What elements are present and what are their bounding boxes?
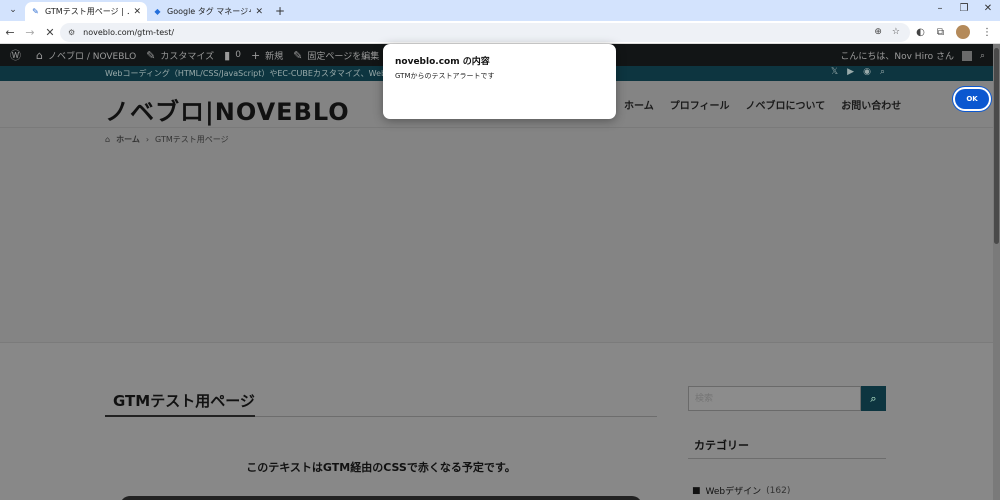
- youtube-icon[interactable]: ▶: [847, 67, 854, 77]
- alert-title: noveblo.com の内容: [395, 57, 490, 67]
- home-icon: ⌂: [105, 135, 111, 144]
- browser-toolbar: ← → ✕ ⚙ noveblo.com/gtm-test/ ⊕ ☆ ◐ ⧉ ⋮: [0, 21, 1000, 44]
- tab-title: GTMテスト用ページ | ノベブロ / NOV: [45, 7, 129, 16]
- tab-gtm-test[interactable]: ✎ GTMテスト用ページ | ノベブロ / NOV ✕: [25, 2, 147, 21]
- browser-tab-strip: ⌄ ✎ GTMテスト用ページ | ノベブロ / NOV ✕ ◆ Google タ…: [0, 0, 1000, 21]
- close-window-button[interactable]: ✕: [976, 3, 1000, 14]
- plus-icon: +: [250, 48, 261, 62]
- global-nav: ホーム プロフィール ノベブロについて お問い合わせ: [624, 97, 901, 112]
- admin-new[interactable]: + 新規: [251, 49, 283, 62]
- alert-dialog: noveblo.com の内容 GTMからのテストアラートです OK: [383, 44, 989, 119]
- nav-item-profile[interactable]: プロフィール: [670, 97, 730, 112]
- minimize-button[interactable]: –: [928, 3, 952, 14]
- address-bar[interactable]: ⚙ noveblo.com/gtm-test/ ⊕ ☆: [60, 23, 910, 42]
- site-info-icon[interactable]: ⚙: [68, 28, 75, 37]
- back-button[interactable]: ←: [0, 26, 20, 39]
- search-button[interactable]: ⌕: [861, 386, 886, 411]
- maximize-button[interactable]: ❐: [952, 3, 976, 14]
- x-icon[interactable]: 𝕏: [831, 67, 838, 77]
- admin-search-icon[interactable]: ⌕: [980, 51, 985, 61]
- url-text: noveblo.com/gtm-test/: [83, 28, 175, 37]
- category-item[interactable]: ■ Webデザイン (162): [692, 484, 791, 498]
- admin-edit-page[interactable]: ✎ 固定ページを編集: [293, 49, 379, 62]
- forward-button[interactable]: →: [20, 26, 40, 39]
- zoom-icon[interactable]: ⊕: [874, 27, 882, 37]
- category-name: Webデザイン: [705, 487, 762, 497]
- ok-button[interactable]: OK: [955, 89, 989, 109]
- post-title: GTMテスト用ページ: [105, 384, 255, 417]
- page-scrollbar[interactable]: [993, 44, 1000, 500]
- comment-icon: ▮: [224, 48, 231, 62]
- window-controls: – ❐ ✕: [928, 3, 1000, 14]
- folder-icon: ■: [692, 485, 701, 496]
- ad-area: [0, 128, 993, 343]
- categories-heading: カテゴリー: [688, 429, 886, 459]
- tab-title: Google タグ マネージャー: [167, 7, 251, 16]
- category-count: (162): [766, 485, 791, 496]
- chevron-right-icon: ›: [145, 135, 150, 144]
- content-box: [120, 496, 642, 500]
- breadcrumb: ⌂ ホーム › GTMテスト用ページ: [105, 134, 229, 145]
- wordpress-logo-icon[interactable]: Ⓦ: [10, 47, 26, 63]
- nav-item-home[interactable]: ホーム: [624, 97, 654, 112]
- site-tagline: Webコーディング（HTML/CSS/JavaScript）やEC-CUBEカス…: [105, 69, 394, 78]
- new-tab-button[interactable]: +: [275, 4, 285, 18]
- noveblo-icon: ✎: [32, 7, 39, 16]
- search-input[interactable]: [688, 386, 861, 411]
- rss-icon[interactable]: ◉: [863, 67, 871, 77]
- extensions-puzzle-icon[interactable]: ⧉: [937, 27, 944, 38]
- admin-site-name[interactable]: ⌂ ノベブロ / NOVEBLO: [36, 49, 136, 62]
- post-title-wrap: GTMテスト用ページ: [105, 384, 657, 417]
- alert-message: GTMからのテストアラートです: [395, 72, 495, 80]
- breadcrumb-current: GTMテスト用ページ: [155, 135, 229, 144]
- sidebar-search: ⌕: [688, 386, 886, 411]
- tab-search-button[interactable]: ⌄: [5, 2, 21, 18]
- site-logo[interactable]: ノベブロ|NOVEBLO: [105, 92, 350, 127]
- scrollbar-thumb[interactable]: [994, 48, 999, 244]
- breadcrumb-home[interactable]: ホーム: [116, 134, 140, 145]
- close-tab-icon[interactable]: ✕: [133, 7, 141, 17]
- nav-item-contact[interactable]: お問い合わせ: [841, 97, 901, 112]
- tab-google-tag-manager[interactable]: ◆ Google タグ マネージャー ✕: [147, 2, 269, 21]
- pencil-icon: ✎: [293, 48, 303, 62]
- post-text: このテキストはGTM経由のCSSで赤くなる予定です。: [246, 461, 516, 474]
- admin-customize[interactable]: ✎ カスタマイズ: [146, 49, 214, 62]
- admin-comments[interactable]: ▮ 0: [224, 49, 241, 62]
- stop-loading-button[interactable]: ✕: [40, 26, 60, 39]
- search-icon: ⌕: [870, 391, 877, 405]
- extension-icon[interactable]: ◐: [916, 27, 925, 38]
- close-tab-icon[interactable]: ✕: [255, 7, 263, 17]
- bookmark-star-icon[interactable]: ☆: [892, 27, 900, 37]
- nav-item-about[interactable]: ノベブロについて: [746, 97, 826, 112]
- gtm-icon: ◆: [154, 7, 161, 16]
- user-avatar[interactable]: [961, 50, 972, 61]
- search-icon[interactable]: ⌕: [880, 67, 885, 77]
- admin-greeting[interactable]: こんにちは、Nov Hiro さん: [840, 49, 954, 62]
- home-icon: ⌂: [36, 48, 43, 62]
- brush-icon: ✎: [146, 48, 156, 62]
- browser-menu-icon[interactable]: ⋮: [982, 27, 992, 38]
- profile-avatar[interactable]: [956, 25, 970, 39]
